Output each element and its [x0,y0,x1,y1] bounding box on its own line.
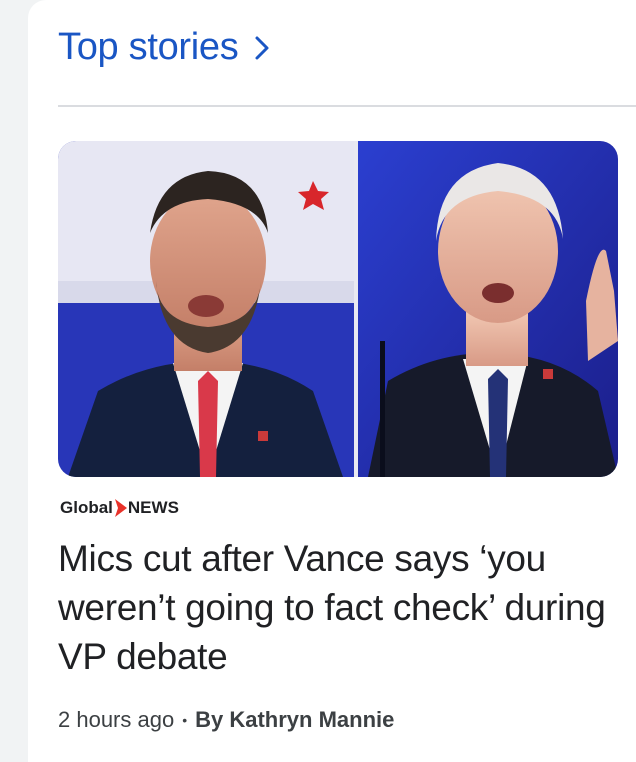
story-author: By Kathryn Mannie [195,707,395,732]
top-stories-header-link[interactable]: Top stories [58,26,270,69]
story-thumbnail[interactable] [58,141,618,477]
top-stories-card: Top stories Global NEWS Mics cut after V… [28,0,636,762]
story-headline[interactable]: Mics cut after Vance says ‘you weren’t g… [58,534,618,681]
divider [58,105,636,107]
section-title: Top stories [58,26,239,68]
story-time: 2 hours ago [58,707,175,732]
arrow-right-icon [114,499,127,517]
source-name-part1: Global [60,498,113,517]
source-name-part2: NEWS [127,498,179,517]
story-meta: 2 hours ago • By Kathryn Mannie [58,707,394,733]
meta-separator: • [182,712,188,728]
chevron-right-icon [254,35,270,61]
news-source-logo[interactable]: Global NEWS [60,498,179,518]
